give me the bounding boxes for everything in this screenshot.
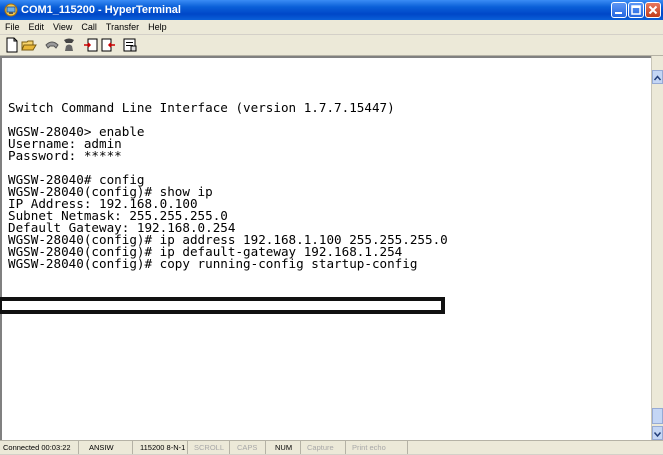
toolbar (0, 35, 663, 56)
menu-file[interactable]: File (0, 20, 25, 34)
open-icon[interactable] (21, 37, 37, 53)
highlight-box (0, 297, 445, 314)
status-num: NUM (266, 441, 301, 454)
terminal-line: Password: ***** (8, 148, 122, 163)
menu-edit[interactable]: Edit (25, 20, 50, 34)
terminal-line: Switch Command Line Interface (version 1… (8, 100, 395, 115)
close-button[interactable] (645, 2, 661, 18)
status-capture: Capture (301, 441, 346, 454)
send-icon[interactable] (83, 37, 99, 53)
menu-transfer[interactable]: Transfer (102, 20, 144, 34)
minimize-button[interactable] (611, 2, 627, 18)
status-caps: CAPS (230, 441, 266, 454)
terminal-output: Switch Command Line Interface (version 1… (8, 100, 448, 271)
close-icon (648, 5, 658, 15)
new-icon[interactable] (4, 37, 20, 53)
title-bar[interactable]: COM1_115200 - HyperTerminal (0, 0, 663, 20)
arrow-down-icon (653, 432, 662, 438)
menu-bar: File Edit View Call Transfer Help (0, 20, 663, 35)
status-bar: Connected 00:03:22 ANSIW 115200 8-N-1 SC… (0, 440, 663, 454)
disconnect-phone-icon[interactable] (44, 37, 60, 53)
maximize-button[interactable] (628, 2, 644, 18)
terminal-line: WGSW-28040(config)# copy running-config … (8, 256, 418, 271)
vertical-scrollbar[interactable] (651, 56, 663, 440)
terminal-window[interactable]: Switch Command Line Interface (version 1… (0, 56, 651, 440)
properties-icon[interactable] (122, 37, 138, 53)
scroll-up-button[interactable] (652, 70, 663, 84)
status-connected: Connected 00:03:22 (0, 441, 79, 454)
dial-icon[interactable] (61, 37, 77, 53)
arrow-up-icon (653, 75, 662, 81)
menu-view[interactable]: View (49, 20, 77, 34)
menu-call[interactable]: Call (77, 20, 102, 34)
status-port-settings: 115200 8-N-1 (133, 441, 188, 454)
status-scroll: SCROLL (188, 441, 230, 454)
status-print-echo: Print echo (346, 441, 408, 454)
status-emulation: ANSIW (79, 441, 133, 454)
window-title: COM1_115200 - HyperTerminal (21, 4, 181, 16)
menu-help[interactable]: Help (144, 20, 172, 34)
hyperterminal-app-icon (4, 3, 18, 17)
receive-icon[interactable] (100, 37, 116, 53)
minimize-icon (615, 12, 622, 14)
scroll-thumb[interactable] (652, 408, 663, 424)
maximize-icon (631, 5, 641, 15)
scroll-down-button[interactable] (652, 426, 663, 440)
